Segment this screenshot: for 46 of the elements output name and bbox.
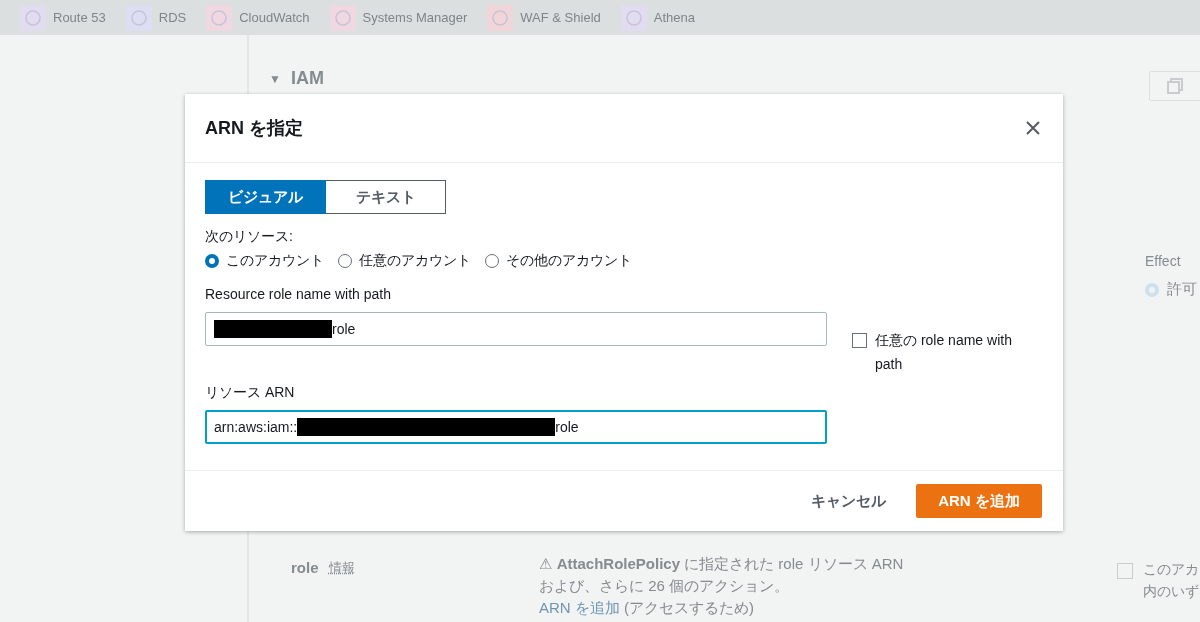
caret-icon[interactable]: ▼ xyxy=(269,71,281,86)
warning-text: AttachRolePolicy に指定された role リソース ARN xyxy=(556,555,904,572)
duplicate-button[interactable] xyxy=(1149,71,1200,101)
effect-label: Effect xyxy=(1145,253,1181,269)
service-link[interactable]: RDS xyxy=(158,10,187,25)
field-value: role xyxy=(332,321,356,337)
info-link[interactable]: 情報 xyxy=(328,559,355,577)
service-icon[interactable] xyxy=(20,4,46,31)
field-value: arn:aws:iam:: xyxy=(214,419,298,435)
close-icon xyxy=(1025,120,1041,136)
radio-label: このアカウント xyxy=(226,252,324,270)
service-icon[interactable] xyxy=(620,4,647,31)
add-arn-link[interactable]: ARN を追加 xyxy=(539,599,620,616)
warning-text: および、さらに 26 個のアクション。 xyxy=(539,576,791,596)
radio-label: 許可 xyxy=(1167,280,1197,299)
service-link[interactable]: WAF & Shield xyxy=(520,10,601,25)
service-link[interactable]: Route 53 xyxy=(53,10,106,25)
radio-label: その他のアカウント xyxy=(506,252,632,270)
section-title: IAM xyxy=(290,68,324,89)
service-icon[interactable] xyxy=(487,4,514,31)
checkbox-label: 任意の role name with path xyxy=(875,331,1013,374)
radio-button[interactable] xyxy=(205,254,219,268)
note-text: (アクセスするため) xyxy=(624,599,754,616)
radio-label: 任意のアカウント xyxy=(359,252,471,270)
warning-icon: ⚠ xyxy=(539,555,553,572)
tab[interactable]: ビジュアル xyxy=(205,180,326,214)
service-icon[interactable] xyxy=(206,4,233,31)
field-value: role xyxy=(555,419,579,435)
cancel-button[interactable]: キャンセル xyxy=(811,483,886,519)
service-link[interactable]: Athena xyxy=(653,10,695,25)
add-arn-button[interactable]: ARN を追加 xyxy=(916,484,1042,518)
service-icon[interactable] xyxy=(125,4,152,31)
checkbox-label: このアカ 内のいず xyxy=(1143,560,1199,601)
input-field[interactable]: arn:aws:iam:: role xyxy=(205,410,827,444)
duplicate-icon xyxy=(1167,78,1183,94)
field-label: role xyxy=(291,559,319,577)
service-link[interactable]: CloudWatch xyxy=(239,10,310,25)
field-label: 次のリソース: xyxy=(205,228,294,246)
checkbox[interactable] xyxy=(852,333,867,348)
field-label: Resource role name with path xyxy=(205,286,392,302)
dialog-title: ARN を指定 xyxy=(205,117,303,140)
field-label: リソース ARN xyxy=(205,384,296,402)
input-field[interactable]: role xyxy=(205,312,827,346)
service-link[interactable]: Systems Manager xyxy=(362,10,468,25)
service-icon[interactable] xyxy=(329,4,356,31)
tab[interactable]: テキスト xyxy=(326,180,446,214)
